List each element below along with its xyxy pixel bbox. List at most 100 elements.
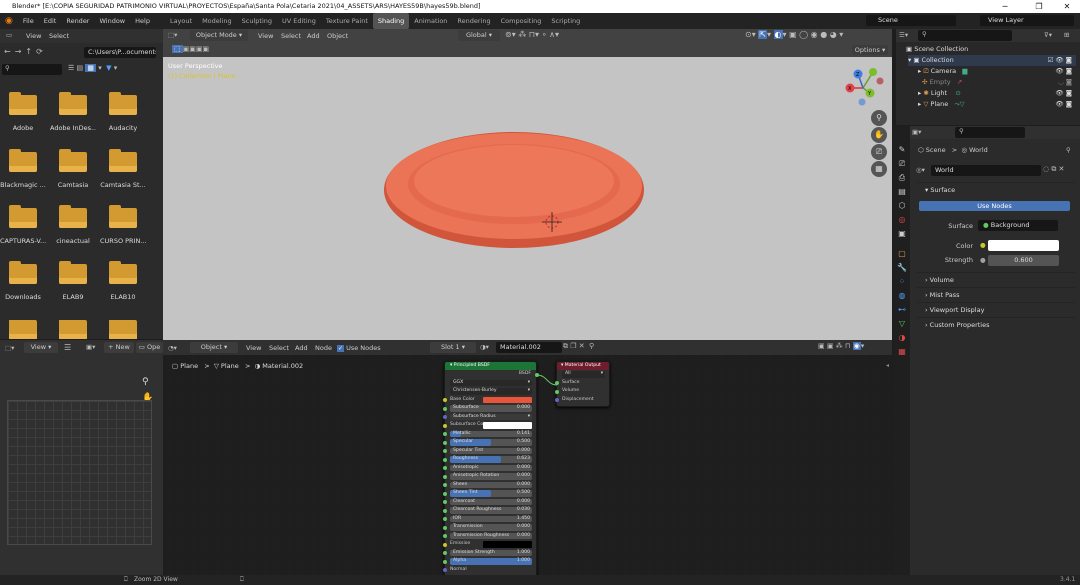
new-collection-icon[interactable]: ⊞ <box>1064 31 1069 39</box>
material-output-node[interactable]: ▾ Material Output All ▾ Surface Volume Di… <box>555 361 610 407</box>
input-socket[interactable] <box>443 432 447 436</box>
node-header-icons[interactable]: ▣ ▣ ⁂ ⊓ ◉▾ <box>818 342 864 350</box>
world-name-field[interactable]: World <box>931 165 1041 176</box>
surface-panel-header[interactable]: ▾ Surface <box>917 182 1075 197</box>
texture-tab-icon[interactable]: ▦ <box>896 346 908 358</box>
matout-node-title[interactable]: ▾ Material Output <box>557 362 609 370</box>
bsdf-input-row[interactable]: Sheen 0.000 <box>443 481 536 490</box>
tab-uv-editing[interactable]: UV Editing <box>277 13 321 29</box>
blender-logo-icon[interactable]: ◉ <box>0 13 18 29</box>
input-socket[interactable] <box>443 559 447 564</box>
options-dropdown[interactable]: Options ▾ <box>852 45 888 55</box>
constraints-tab-icon[interactable]: ⊷ <box>896 304 908 316</box>
render-tab-icon[interactable]: ⎚ <box>896 158 908 170</box>
orientation-dropdown[interactable]: Global ▾ <box>458 30 500 41</box>
use-nodes-button[interactable]: Use Nodes <box>919 201 1070 211</box>
color-swatch[interactable] <box>483 422 532 429</box>
input-socket[interactable] <box>443 542 447 547</box>
minimize-button[interactable]: ─ <box>990 0 1020 13</box>
outliner-empty[interactable]: ✣ Empty ↗ ◡ ◙ <box>918 77 1076 88</box>
viewport-add-menu[interactable]: Add <box>307 32 320 40</box>
sss-method-row[interactable]: Christensen-Burley ▾ <box>445 387 536 396</box>
scene-tab-icon[interactable]: ⬡ <box>896 200 908 212</box>
outliner-plane[interactable]: ▸ ▽ Plane ⤳▽ 👁 ◙ <box>918 99 1076 110</box>
slot-dropdown[interactable]: Slot 1 ▾ <box>430 342 476 353</box>
uv-grid[interactable] <box>7 400 152 545</box>
pin-icon[interactable]: ⚲ <box>1066 146 1071 154</box>
viewport-shading-icons[interactable]: ⊙▾ ⇱▾ ◐▾ ▣ ◯ ◉ ● ◕ ▾ <box>745 30 843 39</box>
tool-tab-icon[interactable]: ✎ <box>896 144 908 156</box>
tab-layout[interactable]: Layout <box>165 13 197 29</box>
folder-item[interactable]: ELAB9 <box>50 261 96 301</box>
tab-texture-paint[interactable]: Texture Paint <box>321 13 373 29</box>
viewport-view-menu[interactable]: View <box>258 32 273 40</box>
plate-object[interactable] <box>380 128 650 253</box>
color-swatch[interactable] <box>483 396 532 403</box>
node-editor-type-icon[interactable]: ◔▾ <box>168 344 177 352</box>
folder-item[interactable] <box>100 320 146 339</box>
bsdf-input-row[interactable]: Alpha 1.000 <box>443 557 536 566</box>
surface-shader-field[interactable]: ● Background <box>978 220 1058 231</box>
folder-item[interactable]: CURSO PRIN... <box>100 205 146 245</box>
input-socket[interactable] <box>443 491 447 496</box>
image-editor-type-icon[interactable]: ⬚▾ <box>5 344 14 352</box>
bsdf-input-row[interactable]: Subsurface Radius ▾ <box>443 413 536 422</box>
pivot-snap-icons[interactable]: ⊚▾ ⁂ ⊓▾ ∘ ∧▾ <box>505 30 559 39</box>
maximize-button[interactable]: ❐ <box>1024 0 1054 13</box>
folder-item[interactable]: Audacity <box>100 92 146 132</box>
view-layer-tab-icon[interactable]: ▤ <box>896 186 908 198</box>
properties-search[interactable]: ⚲ <box>955 127 1025 138</box>
folder-item[interactable]: CAPTURAS-V... <box>0 205 46 245</box>
select-mode-buttons[interactable]: ⬚ ▣▣▣▣ <box>172 45 209 53</box>
bsdf-input-row[interactable]: Emission Strength 1.000 <box>443 549 536 558</box>
material-actions[interactable]: ⧉ ❐ ✕ ⚲ <box>563 342 594 351</box>
zoom-icon[interactable]: ⚲ <box>871 110 887 126</box>
bsdf-input-row[interactable]: IOR 1.450 <box>443 515 536 524</box>
input-socket[interactable] <box>443 440 447 445</box>
volume-socket[interactable] <box>555 389 559 394</box>
particles-tab-icon[interactable]: ⁘ <box>896 276 908 288</box>
tab-scripting[interactable]: Scripting <box>546 13 585 29</box>
bsdf-input-row[interactable]: Transmission Roughness 0.000 <box>443 532 536 541</box>
node-node-menu[interactable]: Node <box>315 344 332 352</box>
input-socket[interactable] <box>443 406 447 411</box>
input-socket[interactable] <box>443 525 447 530</box>
tab-animation[interactable]: Animation <box>409 13 452 29</box>
display-mode-buttons[interactable]: ☰ ▤ ▦ ▾ ▼ ▾ <box>68 64 148 75</box>
node-view-menu[interactable]: View <box>246 344 261 352</box>
tab-shading[interactable]: Shading <box>372 13 410 29</box>
hamburger-menu-icon[interactable]: ☰ <box>64 343 71 352</box>
use-nodes-checkbox[interactable]: ✓ Use Nodes <box>337 344 381 352</box>
filter-icon[interactable]: ⊽▾ <box>1044 31 1052 39</box>
folder-item[interactable]: cineactual <box>50 205 96 245</box>
bsdf-input-row[interactable]: Anisotropic 0.000 <box>443 464 536 473</box>
world-actions[interactable]: ◌ ⧉ ✕ <box>1043 165 1064 174</box>
outliner-type-icon[interactable]: ☰▾ <box>899 31 908 39</box>
folder-type-icon[interactable]: ▭ <box>6 31 12 39</box>
node-add-menu[interactable]: Add <box>295 344 308 352</box>
input-socket[interactable] <box>443 534 447 538</box>
folder-item[interactable]: Camtasia <box>50 149 96 189</box>
bsdf-input-row[interactable]: Specular 0.500 <box>443 438 536 447</box>
bsdf-input-row[interactable]: Clearcoat Roughness 0.030 <box>443 506 536 515</box>
input-socket[interactable] <box>443 457 447 462</box>
pan-hand-icon[interactable]: ✋ <box>871 127 887 143</box>
bsdf-input-row[interactable]: Subsurface Color <box>443 421 536 430</box>
input-socket[interactable] <box>443 449 447 453</box>
filebrowser-search-input[interactable]: ⚲ <box>2 64 62 75</box>
editor-type-icon[interactable]: ⬚▾ <box>168 31 177 39</box>
world-tab-icon[interactable]: ◎ <box>896 214 908 226</box>
input-socket[interactable] <box>443 474 447 479</box>
path-field[interactable]: C:\Users\P...ocuments\ <box>84 47 156 58</box>
input-socket[interactable] <box>443 466 447 470</box>
tab-compositing[interactable]: Compositing <box>496 13 547 29</box>
matout-target-row[interactable]: All ▾ <box>557 370 609 379</box>
nav-buttons[interactable]: ←→↑⟳ <box>4 47 47 56</box>
menu-file[interactable]: File <box>18 13 39 29</box>
outliner-light[interactable]: ▸ ✺ Light ⊙ 👁 ◙ <box>918 88 1076 99</box>
color-swatch[interactable] <box>483 541 532 548</box>
input-socket[interactable] <box>443 483 447 487</box>
input-socket[interactable] <box>443 398 447 402</box>
viewport-display-panel[interactable]: › Viewport Display <box>917 302 1075 317</box>
open-image-button[interactable]: ▭ Ope <box>136 342 163 353</box>
